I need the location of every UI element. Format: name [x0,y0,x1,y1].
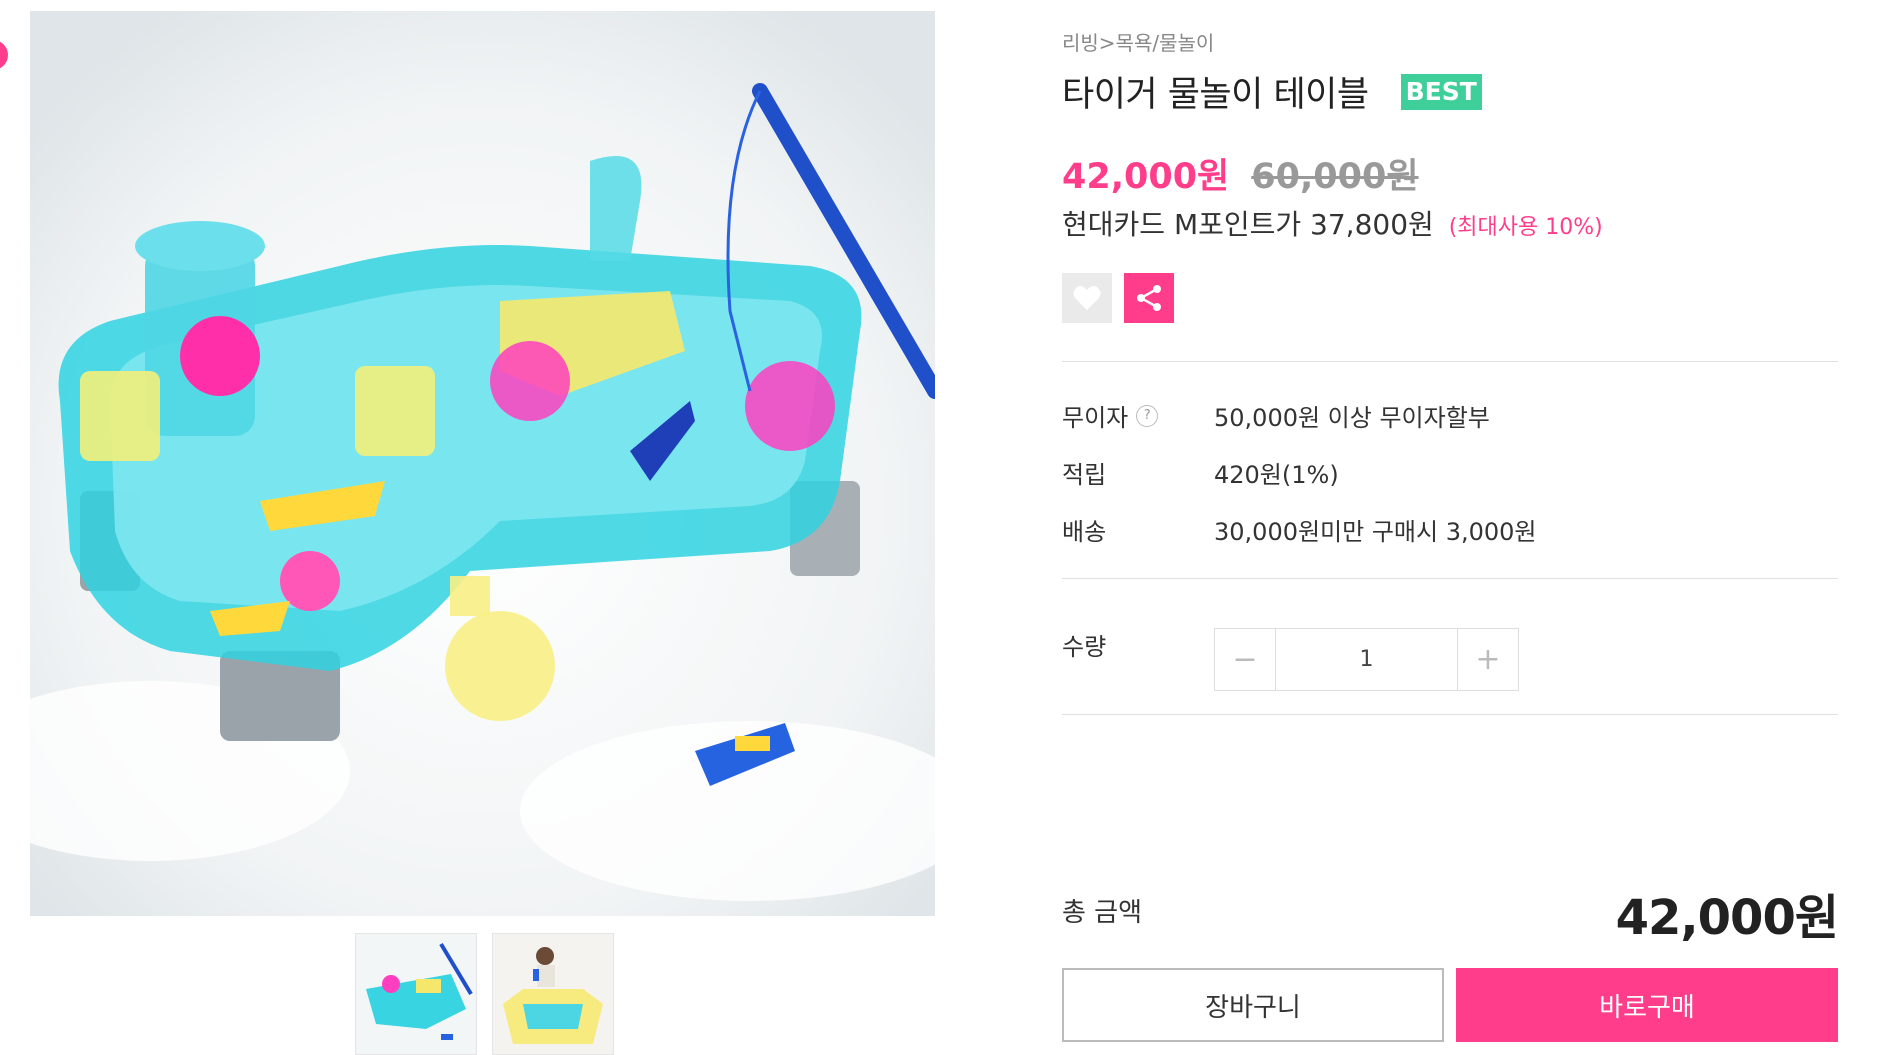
spec-value: 30,000원미만 구매시 3,000원 [1214,518,1537,546]
divider [1062,361,1838,362]
card-benefit: 현대카드 M포인트가 37,800원 (최대사용 10%) [1062,203,1603,243]
thumbnail-list [355,933,614,1055]
pink-indicator-dot [0,40,8,70]
spec-row-points: 적립 420원(1%) [1062,455,1339,490]
buy-now-button[interactable]: 바로구매 [1456,968,1838,1042]
total-label: 총 금액 [1062,898,1143,928]
heart-icon [1073,285,1101,310]
quantity-label: 수량 [1062,633,1107,661]
thumbnail-1[interactable] [355,933,477,1055]
spec-row-installment: 무이자 ? 50,000원 이상 무이자할부 [1062,398,1490,433]
total-price: 42,000원 [1615,890,1839,946]
action-icons [1062,273,1174,323]
original-price: 60,000원 [1251,157,1419,197]
spec-value: 420원(1%) [1214,461,1339,489]
help-icon[interactable]: ? [1136,404,1159,427]
quantity-stepper: − 1 + [1214,628,1519,691]
sale-price: 42,000원 [1062,157,1230,197]
card-benefit-text: 현대카드 M포인트가 37,800원 [1062,208,1434,241]
main-product-image [30,11,935,916]
best-badge: BEST [1400,73,1482,110]
product-title: 타이거 물놀이 테이블 [1062,75,1369,115]
spec-label: 배송 [1062,518,1107,546]
thumbnail-2[interactable] [492,933,614,1055]
spec-label: 적립 [1062,461,1107,489]
share-icon [1137,285,1161,311]
spec-label: 무이자 [1062,404,1129,432]
quantity-input[interactable]: 1 [1275,629,1458,690]
like-button[interactable] [1062,273,1112,323]
quantity-decrease-button[interactable]: − [1215,629,1275,690]
quantity-increase-button[interactable]: + [1458,629,1518,690]
divider [1062,714,1838,715]
spec-value: 50,000원 이상 무이자할부 [1214,404,1490,432]
share-button[interactable] [1124,273,1174,323]
divider [1062,578,1838,579]
add-to-cart-button[interactable]: 장바구니 [1062,968,1444,1042]
price-row: 42,000원 60,000원 [1062,148,1419,199]
title-row: 타이거 물놀이 테이블 BEST [1062,66,1482,117]
card-benefit-note: (최대사용 10%) [1448,215,1603,240]
breadcrumb[interactable]: 리빙>목욕/물놀이 [1062,27,1214,56]
spec-row-shipping: 배송 30,000원미만 구매시 3,000원 [1062,512,1537,547]
